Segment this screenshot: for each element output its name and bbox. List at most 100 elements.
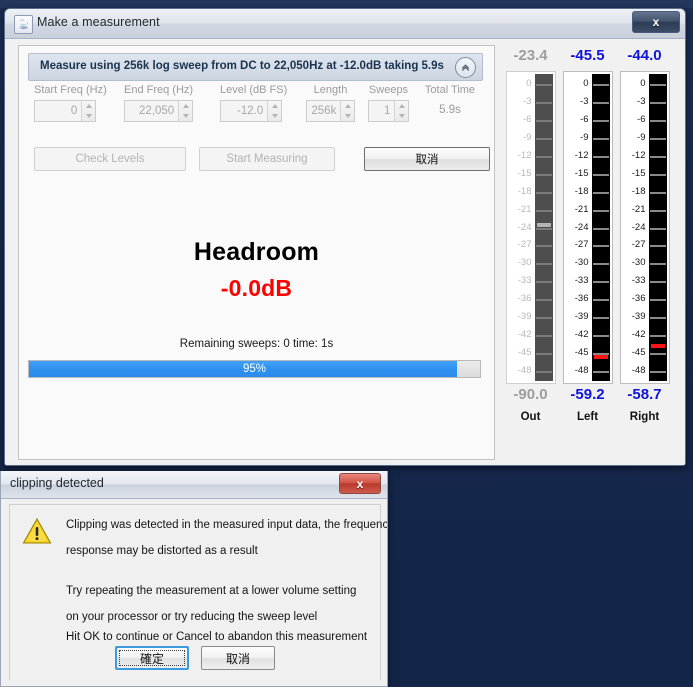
meter-scale-label: -12 (574, 149, 589, 161)
meter-tick (535, 155, 552, 158)
close-icon: x (356, 476, 364, 491)
field-label: Sweeps (368, 84, 409, 96)
clipping-dialog-text-line: Clipping was detected in the measured in… (66, 519, 388, 531)
meter-tick (649, 227, 666, 230)
measurement-progress-bar: 95% (28, 360, 481, 378)
meter-scale-label: -15 (574, 167, 589, 179)
meter-tick (592, 119, 609, 122)
meter-peak-value: -45.5 (570, 47, 605, 64)
main-window-titlebar[interactable]: Make a measurement x (5, 9, 685, 39)
spinner-down-icon[interactable] (82, 111, 95, 121)
spinner-stepper[interactable] (178, 101, 192, 121)
clipping-dialog-titlebar[interactable]: clipping detected x (1, 471, 387, 499)
meter-tick (649, 209, 666, 212)
meter-scale-label: -12 (631, 149, 646, 161)
meter-tick (535, 335, 552, 338)
meter-scale: 0 -3 -6 -9 -12 -15 -18 -21 -24 -27 -30 -33 -36 -39 -42… (621, 72, 647, 383)
meter-tick (535, 119, 552, 122)
button-label: Start Measuring (226, 153, 308, 165)
field-start-freq-hz: Start Freq (Hz) 0 (34, 84, 107, 122)
meter-peak-value: -23.4 (513, 47, 548, 64)
meter-tick (649, 299, 666, 302)
meter-tick (592, 371, 609, 373)
clipping-dialog-title: clipping detected (10, 476, 104, 490)
field-total-time: Total Time 5.9s (420, 84, 480, 116)
spinner-stepper[interactable] (340, 101, 354, 121)
clipping-dialog-close-button[interactable]: x (339, 473, 381, 494)
meter-scale-label: -21 (631, 203, 646, 215)
field-label: Start Freq (Hz) (34, 84, 107, 96)
spinner-stepper[interactable] (81, 101, 95, 121)
main-window-close-button[interactable]: x (632, 11, 680, 33)
spinner-value[interactable]: 1 (369, 101, 394, 121)
meter-scale-label: -18 (574, 185, 589, 197)
meter-tick (649, 173, 666, 176)
spinner-input[interactable]: -12.0 (220, 100, 282, 122)
meter-scale-label: -9 (637, 131, 646, 143)
meter-scale-label: -42 (574, 329, 589, 341)
meter-tick (592, 281, 609, 284)
cancel-button[interactable]: 取消 (364, 147, 490, 171)
spinner-up-icon[interactable] (179, 101, 192, 111)
spinner-up-icon[interactable] (395, 101, 408, 111)
meter-bar (591, 74, 610, 381)
meter-tick (592, 209, 609, 212)
meter-rms-value: -58.7 (627, 386, 662, 403)
spinner-input[interactable]: 1 (368, 100, 409, 122)
spinner-stepper[interactable] (394, 101, 408, 121)
meter-scale-label: -33 (574, 275, 589, 287)
meter-tick (592, 101, 609, 104)
spinner-value[interactable]: 22,050 (125, 101, 178, 121)
action-buttons-row: Check Levels Start Measuring 取消 (28, 147, 490, 173)
meter-scale-label: -3 (580, 95, 589, 107)
sweep-settings-header-text: Measure using 256k log sweep from DC to … (40, 60, 444, 72)
meter-peak-value: -44.0 (627, 47, 662, 64)
spinner-down-icon[interactable] (268, 111, 281, 121)
spinner-input[interactable]: 256k (306, 100, 355, 122)
spinner-up-icon[interactable] (82, 101, 95, 111)
spinner-up-icon[interactable] (268, 101, 281, 111)
meter-scale-label: -3 (637, 95, 646, 107)
spinner-value[interactable]: 256k (307, 101, 340, 121)
clipping-dialog-buttons: 確定 取消 (10, 646, 380, 670)
spinner-down-icon[interactable] (341, 111, 354, 121)
spinner-input[interactable]: 22,050 (124, 100, 193, 122)
meter-scale-label: -36 (574, 293, 589, 305)
spinner-value[interactable]: 0 (35, 101, 81, 121)
spinner-input[interactable]: 0 (34, 100, 96, 122)
meter-level-marker (593, 355, 608, 360)
field-length: Length 256k (306, 84, 355, 122)
meter-scale-label: -45 (517, 347, 532, 359)
meter-rms-value: -90.0 (513, 386, 548, 403)
spinner-value[interactable]: -12.0 (221, 101, 267, 121)
meter-scale-label: -27 (574, 239, 589, 251)
meter-tick (535, 227, 552, 230)
meter-column-right: -44.0 0 -3 -6 -9 -12 -15 -18 -21 -24 -27 -30 -33 -36 -… (616, 45, 673, 423)
sweep-settings-header[interactable]: Measure using 256k log sweep from DC to … (28, 53, 483, 81)
spinner-down-icon[interactable] (179, 111, 192, 121)
meter-display: 0 -3 -6 -9 -12 -15 -18 -21 -24 -27 -30 -33 -36 -39 -42… (562, 71, 613, 384)
close-icon: x (652, 15, 660, 29)
meter-scale-label: -6 (523, 113, 532, 125)
spinner-down-icon[interactable] (395, 111, 408, 121)
meter-level-marker (536, 222, 551, 227)
meter-scale-label: -39 (517, 311, 532, 323)
main-window-title: Make a measurement (37, 15, 160, 29)
field-label: Length (313, 84, 348, 96)
meter-tick (649, 191, 666, 194)
chevron-double-up-icon[interactable] (455, 57, 476, 78)
spinner-stepper[interactable] (267, 101, 281, 121)
field-label: Total Time (424, 84, 476, 96)
clipping-dialog-text-line: Hit OK to continue or Cancel to abandon … (66, 631, 368, 643)
ok-button[interactable]: 確定 (115, 646, 189, 670)
cancel-button[interactable]: 取消 (201, 646, 275, 670)
meter-tick (535, 137, 552, 140)
meter-level-marker (650, 343, 665, 348)
spinner-up-icon[interactable] (341, 101, 354, 111)
meter-tick (592, 137, 609, 140)
meter-tick (649, 84, 666, 86)
field-value: 5.9s (439, 104, 461, 116)
meter-tick (649, 281, 666, 284)
cancel-button-label: 取消 (225, 651, 250, 666)
meter-tick (592, 317, 609, 320)
